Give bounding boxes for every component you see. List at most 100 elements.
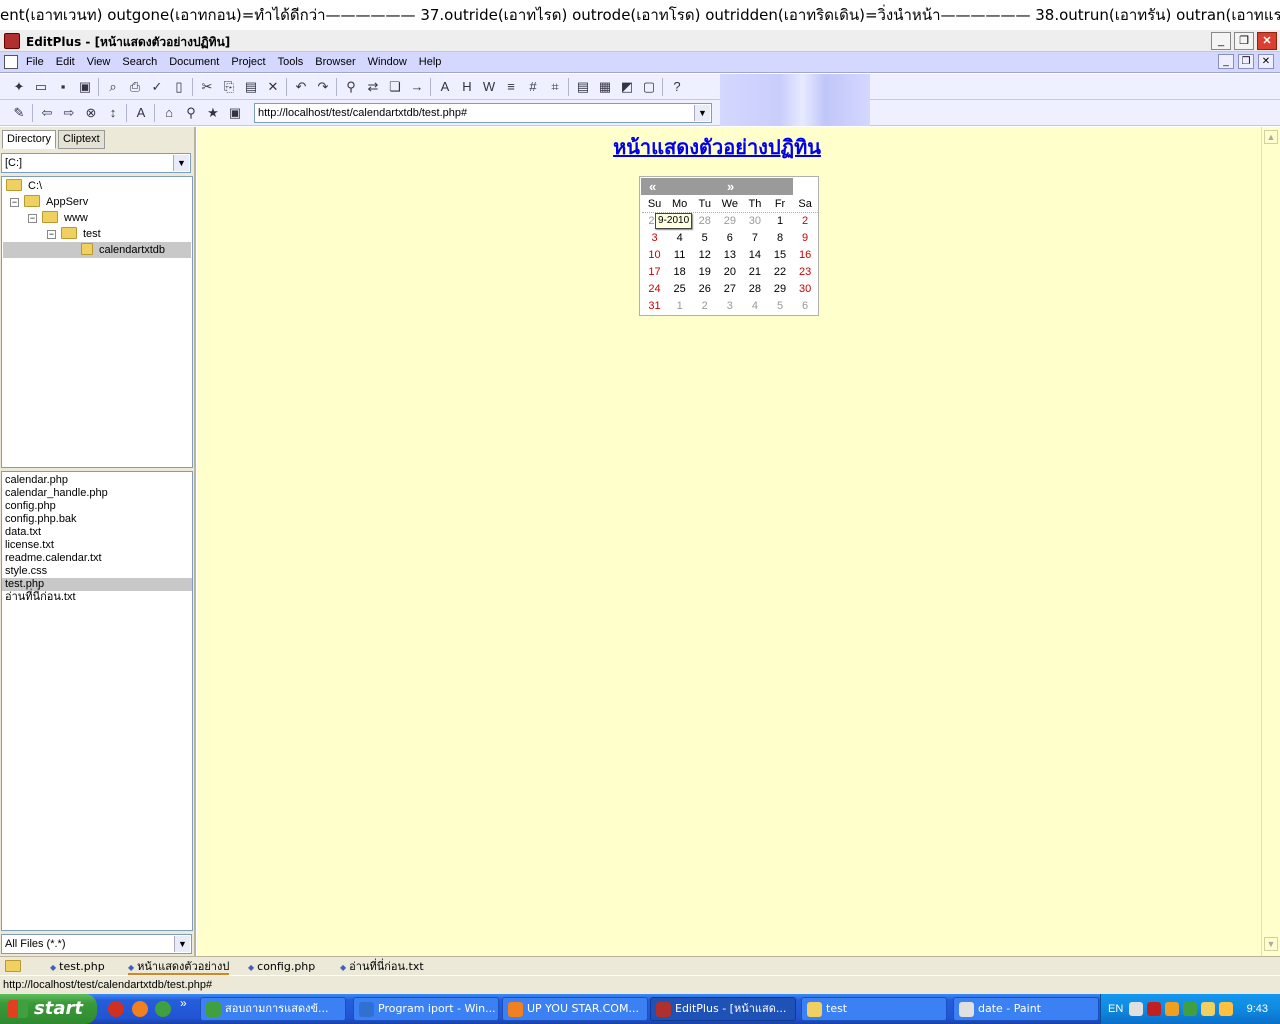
document-tab[interactable]: ◆ อ่านที่นี่ก่อน.txt: [340, 958, 424, 975]
find-icon[interactable]: ⚲: [342, 78, 360, 96]
editplus-icon[interactable]: ▣: [226, 104, 244, 122]
document-tab[interactable]: ◆ test.php: [50, 958, 105, 975]
calendar-day-cell[interactable]: 23: [793, 264, 818, 281]
paste-icon[interactable]: ▤: [242, 78, 260, 96]
delete-icon[interactable]: ✕: [264, 78, 282, 96]
tray-txt-icon[interactable]: [1183, 1002, 1197, 1016]
calendar-day-cell[interactable]: 20: [717, 264, 742, 281]
indent-icon[interactable]: ≡: [502, 78, 520, 96]
file-list-item[interactable]: license.txt: [2, 539, 192, 552]
tab-directory[interactable]: Directory: [2, 130, 57, 149]
tray-arrow-icon[interactable]: [1129, 1002, 1143, 1016]
language-indicator[interactable]: EN: [1108, 994, 1123, 1024]
toggle-output-icon[interactable]: ▤: [574, 78, 592, 96]
tree-node-test[interactable]: test: [61, 226, 101, 242]
undo-icon[interactable]: ↶: [292, 78, 310, 96]
taskbar-button[interactable]: สอบถามการแสดงข้...: [200, 997, 346, 1021]
menu-browser[interactable]: Browser: [309, 52, 361, 73]
menu-window[interactable]: Window: [362, 52, 413, 73]
calendar-day-cell[interactable]: 13: [717, 247, 742, 264]
calendar-day-cell[interactable]: 25: [667, 281, 692, 298]
search-icon[interactable]: ⚲: [182, 104, 200, 122]
calendar-day-cell[interactable]: 15: [767, 247, 792, 264]
calendar-day-cell[interactable]: 10: [642, 247, 667, 264]
calendar-day-cell[interactable]: 1: [767, 213, 792, 230]
quicklaunch-more-icon[interactable]: »: [180, 996, 187, 1010]
stop-icon[interactable]: ⊗: [82, 104, 100, 122]
mdi-restore-button[interactable]: ❐: [1238, 54, 1254, 69]
menu-help[interactable]: Help: [413, 52, 448, 73]
vertical-scrollbar[interactable]: ▲ ▼: [1261, 127, 1280, 956]
document-system-menu-icon[interactable]: [4, 55, 18, 69]
help-icon[interactable]: ?: [668, 78, 686, 96]
restore-button[interactable]: ❐: [1234, 32, 1254, 50]
taskbar-button[interactable]: EditPlus - [หน้าแสด...: [650, 997, 796, 1021]
cut-icon[interactable]: ✂: [198, 78, 216, 96]
spell-check-icon[interactable]: ✓: [148, 78, 166, 96]
calendar-day-cell[interactable]: 6: [793, 298, 818, 315]
calendar-day-cell[interactable]: 17: [642, 264, 667, 281]
menu-view[interactable]: View: [81, 52, 117, 73]
calendar-day-cell[interactable]: 29: [767, 281, 792, 298]
mdi-close-button[interactable]: ✕: [1258, 54, 1274, 69]
tree-node-calendartxtdb[interactable]: calendartxtdb: [3, 242, 191, 258]
full-screen-icon[interactable]: ▢: [640, 78, 658, 96]
file-list-item[interactable]: config.php: [2, 500, 192, 513]
toggle-browser-icon[interactable]: ▦: [596, 78, 614, 96]
line-number-icon[interactable]: #: [524, 78, 542, 96]
tree-node-appserv[interactable]: AppServ: [24, 194, 88, 210]
edit-pencil-icon[interactable]: ✎: [10, 104, 28, 122]
collapse-icon[interactable]: −: [47, 230, 56, 239]
calendar-day-cell[interactable]: 8: [767, 230, 792, 247]
tray-app-icon[interactable]: [1165, 1002, 1179, 1016]
collapse-icon[interactable]: −: [10, 198, 19, 207]
start-button[interactable]: start: [0, 994, 97, 1024]
file-list-item[interactable]: calendar_handle.php: [2, 487, 192, 500]
calendar-next-button[interactable]: »: [727, 178, 734, 195]
calendar-day-cell[interactable]: 14: [742, 247, 767, 264]
taskbar-button[interactable]: UP YOU STAR.COM...: [502, 997, 648, 1021]
menu-document[interactable]: Document: [163, 52, 225, 73]
replace-icon[interactable]: ⇄: [364, 78, 382, 96]
scroll-up-arrow-icon[interactable]: ▲: [1264, 130, 1278, 144]
calendar-day-cell[interactable]: 29: [717, 213, 742, 230]
window-title-bar[interactable]: EditPlus - [หน้าแสดงตัวอย่างปฏิทิน] _ ❐ …: [0, 30, 1280, 52]
editplus-app-icon[interactable]: [4, 33, 20, 49]
file-list-item[interactable]: style.css: [2, 565, 192, 578]
menu-tools[interactable]: Tools: [272, 52, 310, 73]
folder-icon[interactable]: [5, 960, 21, 972]
calendar-day-cell[interactable]: 3: [642, 230, 667, 247]
copy-icon[interactable]: ⎘: [220, 78, 238, 96]
refresh-icon[interactable]: ↕: [104, 104, 122, 122]
home-icon[interactable]: ⌂: [160, 104, 178, 122]
menu-project[interactable]: Project: [225, 52, 271, 73]
file-list-item[interactable]: readme.calendar.txt: [2, 552, 192, 565]
calendar-day-cell[interactable]: 1: [667, 298, 692, 315]
file-list-item[interactable]: test.php: [2, 578, 192, 591]
calendar-day-cell[interactable]: 7: [742, 230, 767, 247]
calendar-day-cell[interactable]: 5: [767, 298, 792, 315]
find-in-files-icon[interactable]: ❏: [386, 78, 404, 96]
font-icon[interactable]: A: [436, 78, 454, 96]
taskbar-button[interactable]: test: [801, 997, 947, 1021]
tray-acrobat-icon[interactable]: [1147, 1002, 1161, 1016]
run-browser-icon[interactable]: ◩: [618, 78, 636, 96]
calendar-day-cell[interactable]: 2: [793, 213, 818, 230]
file-list-item[interactable]: calendar.php: [2, 474, 192, 487]
page-title-link[interactable]: หน้าแสดงตัวอย่างปฏิทิน: [197, 131, 1237, 163]
url-input[interactable]: [255, 104, 691, 122]
calendar-day-cell[interactable]: 28: [742, 281, 767, 298]
column-marker-icon[interactable]: ⌗: [546, 78, 564, 96]
minimize-button[interactable]: _: [1211, 32, 1231, 50]
file-list-item[interactable]: data.txt: [2, 526, 192, 539]
url-combobox[interactable]: ▼: [254, 103, 712, 123]
tray-messenger-icon[interactable]: [1201, 1002, 1215, 1016]
calendar-day-cell[interactable]: 5: [692, 230, 717, 247]
menu-edit[interactable]: Edit: [50, 52, 81, 73]
open-folder-icon[interactable]: ▭: [32, 78, 50, 96]
hex-viewer-icon[interactable]: H: [458, 78, 476, 96]
calendar-day-cell[interactable]: 31: [642, 298, 667, 315]
file-filter-select[interactable]: All Files (*.*) ▼: [1, 934, 192, 954]
calendar-day-cell[interactable]: 4: [742, 298, 767, 315]
calendar-day-cell[interactable]: 21: [742, 264, 767, 281]
